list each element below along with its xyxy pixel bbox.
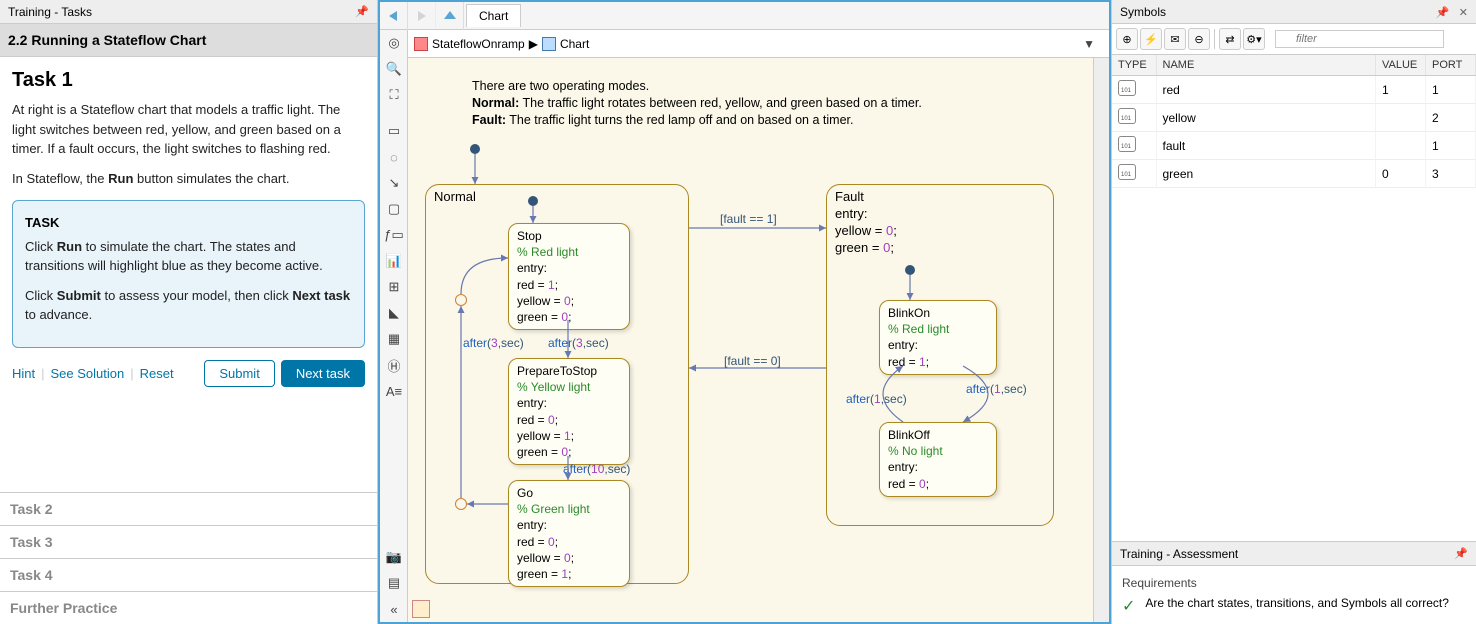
state-go[interactable]: Go % Green light entry: red = 0; yellow … <box>508 480 630 587</box>
data-type-icon <box>1118 164 1136 180</box>
submit-button[interactable]: Submit <box>204 360 274 387</box>
nav-up-icon[interactable] <box>436 2 464 30</box>
tool-junction-icon[interactable]: ◌ <box>380 144 408 170</box>
transition-label[interactable]: after(3,sec) <box>463 336 524 350</box>
breadcrumb-item[interactable]: Chart <box>560 37 589 51</box>
training-header: Training - Tasks <box>8 5 92 19</box>
default-transition-dot[interactable] <box>470 144 480 154</box>
pin-icon[interactable]: 📌 <box>355 5 369 18</box>
chart-description: There are two operating modes. Normal: T… <box>472 78 922 129</box>
table-row[interactable]: fault1 <box>1112 132 1476 160</box>
transition-label[interactable]: after(1,sec) <box>846 392 907 406</box>
breadcrumb-item[interactable]: StateflowOnramp <box>432 37 525 51</box>
tool-table-icon[interactable]: ▦ <box>380 326 408 352</box>
tool-transition-icon[interactable]: ↘ <box>380 170 408 196</box>
col-type[interactable]: TYPE <box>1112 55 1156 76</box>
hint-link[interactable]: Hint <box>12 366 35 381</box>
tool-note-icon[interactable]: ◣ <box>380 300 408 326</box>
col-name[interactable]: NAME <box>1156 55 1376 76</box>
transition-label[interactable]: after(3,sec) <box>548 336 609 350</box>
requirement-row: ✓ Are the chart states, transitions, and… <box>1122 596 1466 616</box>
symbols-header: Symbols <box>1120 5 1166 19</box>
vertical-scrollbar[interactable] <box>1093 58 1109 622</box>
reset-link[interactable]: Reset <box>140 366 174 381</box>
settings-icon[interactable]: ⚙▾ <box>1243 28 1265 50</box>
tab-chart[interactable]: Chart <box>466 4 521 27</box>
tool-camera-icon[interactable]: 📷 <box>380 544 408 570</box>
training-tasks-panel: Training - Tasks 📌 2.2 Running a Statefl… <box>0 0 378 624</box>
resolve-icon[interactable]: ⇄ <box>1219 28 1241 50</box>
delete-icon[interactable]: ⊖ <box>1188 28 1210 50</box>
create-event-icon[interactable]: ⚡ <box>1140 28 1162 50</box>
canvas-badge-icon[interactable] <box>412 600 430 618</box>
canvas-side-toolbar: ◎ 🔍 ⛶ ▭ ◌ ↘ ▢ ƒ▭ 📊 ⊞ ◣ ▦ Ⓗ A≡ 📷 ▤ « <box>380 30 408 622</box>
guard-label[interactable]: [fault == 0] <box>724 354 781 368</box>
stateflow-canvas[interactable]: There are two operating modes. Normal: T… <box>408 58 1109 622</box>
junction[interactable] <box>455 294 467 306</box>
see-solution-link[interactable]: See Solution <box>51 366 125 381</box>
state-prepare-to-stop[interactable]: PrepareToStop % Yellow light entry: red … <box>508 358 630 465</box>
tool-list-icon[interactable]: ▤ <box>380 570 408 596</box>
nav-back-icon[interactable] <box>380 2 408 30</box>
create-data-icon[interactable]: ⊕ <box>1116 28 1138 50</box>
tool-state-icon[interactable]: ▭ <box>380 118 408 144</box>
task-list-item[interactable]: Task 2 <box>0 492 377 525</box>
tool-history-icon[interactable]: Ⓗ <box>380 352 408 378</box>
symbols-panel: Symbols 📌 ✕ ⊕ ⚡ ✉ ⊖ ⇄ ⚙▾ ▾ TYPE NAME VAL… <box>1111 0 1476 624</box>
state-stop[interactable]: Stop % Red light entry: red = 1; yellow … <box>508 223 630 330</box>
tool-collapse-icon[interactable]: « <box>380 596 408 622</box>
close-icon[interactable]: ✕ <box>1459 7 1468 19</box>
task-para-2: In Stateflow, the Run button simulates t… <box>12 169 365 189</box>
check-icon: ✓ <box>1122 596 1135 616</box>
data-type-icon <box>1118 108 1136 124</box>
transition-label[interactable]: after(10,sec) <box>563 462 630 476</box>
model-icon <box>414 37 428 51</box>
task-instruction-box: TASK Click Run to simulate the chart. Th… <box>12 200 365 348</box>
col-port[interactable]: PORT <box>1426 55 1476 76</box>
tool-truth-icon[interactable]: ⊞ <box>380 274 408 300</box>
table-row[interactable]: green03 <box>1112 160 1476 188</box>
data-type-icon <box>1118 80 1136 96</box>
tool-target-icon[interactable]: ◎ <box>380 30 408 56</box>
table-row[interactable]: yellow2 <box>1112 104 1476 132</box>
tool-box-icon[interactable]: ▢ <box>380 196 408 222</box>
chart-editor-panel: Chart ◎ 🔍 ⛶ ▭ ◌ ↘ ▢ ƒ▭ 📊 ⊞ ◣ ▦ Ⓗ A≡ 📷 ▤ … <box>378 0 1111 624</box>
task-title: Task 1 <box>12 69 365 92</box>
pin-icon[interactable]: 📌 <box>1454 547 1468 560</box>
nav-forward-icon[interactable] <box>408 2 436 30</box>
state-blink-off[interactable]: BlinkOff % No light entry: red = 0; <box>879 422 997 497</box>
breadcrumb-dropdown-icon[interactable]: ▼ <box>1075 37 1103 51</box>
task-para-1: At right is a Stateflow chart that model… <box>12 100 365 159</box>
junction[interactable] <box>455 498 467 510</box>
section-title: 2.2 Running a Stateflow Chart <box>0 24 377 57</box>
tool-fit-icon[interactable]: ⛶ <box>380 82 408 108</box>
table-row[interactable]: red11 <box>1112 76 1476 104</box>
requirements-label: Requirements <box>1122 574 1466 596</box>
tool-annotation-icon[interactable]: A≡ <box>380 378 408 404</box>
state-blink-on[interactable]: BlinkOn % Red light entry: red = 1; <box>879 300 997 375</box>
task-list-item[interactable]: Further Practice <box>0 591 377 624</box>
tool-graph-icon[interactable]: 📊 <box>380 248 408 274</box>
assessment-header: Training - Assessment <box>1120 547 1238 561</box>
symbols-table: TYPE NAME VALUE PORT red11 yellow2 fault… <box>1112 55 1476 188</box>
breadcrumb: StateflowOnramp ▶ Chart ▼ <box>408 30 1109 58</box>
next-task-button[interactable]: Next task <box>281 360 365 387</box>
task-list-item[interactable]: Task 4 <box>0 558 377 591</box>
transition-label[interactable]: after(1,sec) <box>966 382 1027 396</box>
filter-input[interactable] <box>1275 30 1444 48</box>
task-list-item[interactable]: Task 3 <box>0 525 377 558</box>
create-message-icon[interactable]: ✉ <box>1164 28 1186 50</box>
chart-icon <box>542 37 556 51</box>
tool-func-icon[interactable]: ƒ▭ <box>380 222 408 248</box>
guard-label[interactable]: [fault == 1] <box>720 212 777 226</box>
pin-icon[interactable]: 📌 <box>1436 7 1450 19</box>
tool-zoom-icon[interactable]: 🔍 <box>380 56 408 82</box>
data-type-icon <box>1118 136 1136 152</box>
col-value[interactable]: VALUE <box>1376 55 1426 76</box>
